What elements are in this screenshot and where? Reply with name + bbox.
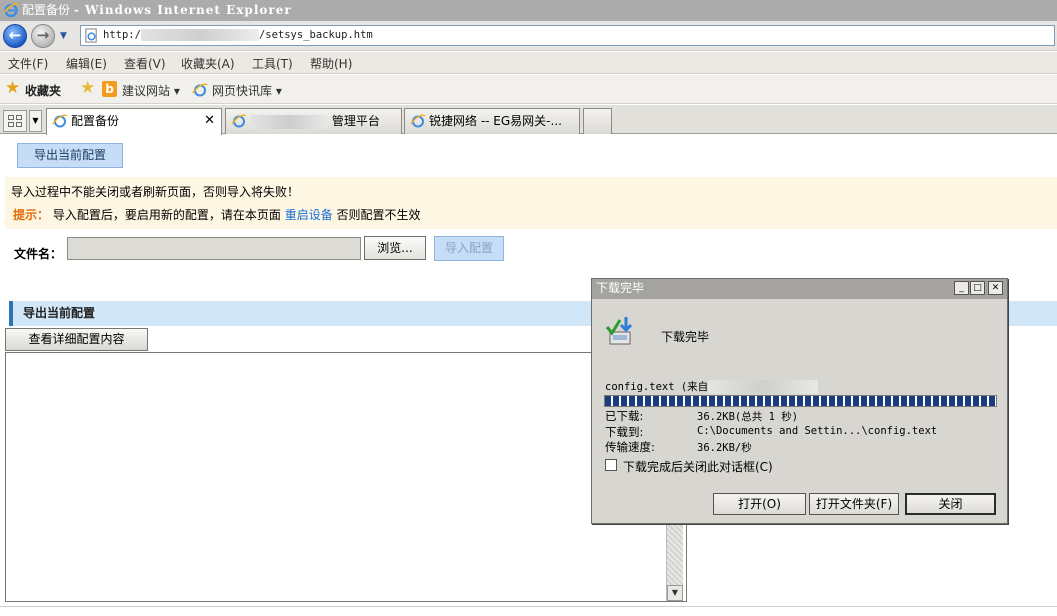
menu-view[interactable]: 查看(V) [124, 55, 166, 72]
tab-config-backup[interactable]: 配置备份 ✕ [46, 108, 222, 135]
back-arrow-icon: ← [8, 26, 22, 44]
menu-bar: 文件(F) 编辑(E) 查看(V) 收藏夹(A) 工具(T) 帮助(H) [0, 52, 1057, 74]
restart-device-link[interactable]: 重启设备 [285, 208, 333, 222]
ie-tab-icon [231, 114, 247, 128]
quick-tabs-button[interactable] [3, 110, 27, 132]
export-config-button[interactable]: 导出当前配置 [17, 143, 123, 168]
file-path-input[interactable] [67, 237, 361, 260]
address-row: ← → ▼ http:/ /setsys_backup.htm [0, 21, 1057, 51]
back-button[interactable]: ← [3, 24, 27, 48]
menu-favorites[interactable]: 收藏夹(A) [181, 55, 235, 72]
address-bar[interactable]: http:/ /setsys_backup.htm [80, 25, 1055, 46]
address-url-suffix: /setsys_backup.htm [258, 29, 373, 41]
close-dialog-button[interactable]: 关闭 [905, 493, 996, 515]
download-file-name: config.text (来自 [605, 381, 709, 393]
redacted-source-block [708, 380, 819, 394]
transfer-rate-label: 传输速度: [605, 440, 655, 454]
close-on-complete-checkbox[interactable] [605, 459, 617, 471]
redacted-tab-text [250, 114, 328, 129]
forward-button[interactable]: → [31, 24, 55, 48]
close-on-complete-label[interactable]: 下载完成后关闭此对话框(C) [623, 458, 773, 475]
maximize-button[interactable]: □ [970, 281, 985, 295]
transfer-rate-row: 传输速度: 36.2KB/秒 [605, 439, 752, 455]
notice-tip-label: 提示： [13, 208, 50, 222]
web-slice-icon [192, 83, 208, 97]
window-title: 配置备份 [22, 3, 71, 17]
menu-tools[interactable]: 工具(T) [252, 55, 293, 72]
address-url: http:/ /setsys_backup.htm [103, 29, 373, 41]
transfer-rate-value: 36.2KB/秒 [697, 442, 752, 454]
close-window-button[interactable]: ✕ [988, 281, 1003, 295]
maximize-icon: □ [973, 283, 982, 293]
page-divider [0, 606, 1057, 607]
address-url-prefix: http:/ [103, 29, 141, 41]
tab-bar: ▼ 配置备份 ✕ 管理平台 锐捷网络 -- EG易网关-... [0, 105, 1057, 135]
notice-warning-text: 导入过程中不能关闭或者刷新页面，否则导入将失败！ [11, 185, 300, 199]
tab-management-platform[interactable]: 管理平台 [225, 108, 402, 134]
minimize-icon: _ [959, 283, 964, 293]
page-icon [85, 28, 97, 43]
menu-edit[interactable]: 编辑(E) [66, 55, 107, 72]
ie-tab-icon [410, 114, 426, 128]
downloaded-value: 36.2KB(总共 1 秒) [697, 411, 799, 423]
download-to-label: 下载到: [605, 425, 644, 439]
tab-label: 配置备份 [71, 114, 120, 128]
add-favorite-icon[interactable]: ★ [80, 80, 96, 97]
ie-logo-icon [3, 3, 19, 18]
forward-arrow-icon: → [36, 26, 50, 44]
window-app-name: - Windows Internet Explorer [73, 3, 292, 17]
notice-tip-tail: 否则配置不生效 [336, 208, 421, 222]
history-dropdown-icon[interactable]: ▼ [60, 31, 67, 41]
notice-tip-text: 导入配置后，要启用新的配置，请在本页面 [52, 208, 281, 222]
import-notice: 导入过程中不能关闭或者刷新页面，否则导入将失败！ 提示： 导入配置后，要启用新的… [5, 177, 1057, 229]
downloaded-label: 已下载: [605, 409, 644, 423]
new-tab-button[interactable] [583, 108, 612, 134]
ie-tab-icon [52, 114, 68, 128]
download-complete-icon [605, 317, 633, 345]
dialog-heading: 下载完毕 [661, 330, 710, 344]
open-file-button[interactable]: 打开(O) [713, 493, 806, 515]
tab-label: 锐捷网络 -- EG易网关-... [429, 114, 562, 128]
tab-label: 管理平台 [331, 114, 380, 128]
suggested-sites-link[interactable]: 建议网站 ▾ [122, 82, 180, 99]
scroll-down-icon[interactable]: ▼ [667, 585, 683, 601]
menu-file[interactable]: 文件(F) [8, 55, 48, 72]
bing-icon: b [102, 81, 117, 97]
menu-help[interactable]: 帮助(H) [310, 55, 352, 72]
tab-list-dropdown-icon[interactable]: ▼ [29, 110, 42, 132]
dialog-title-bar: 下载完毕 [592, 279, 1007, 299]
download-to-row: 下载到: C:\Documents and Settin...\config.t… [605, 424, 937, 440]
open-folder-button[interactable]: 打开文件夹(F) [809, 493, 899, 515]
minimize-button[interactable]: _ [954, 281, 969, 295]
download-complete-dialog: 下载完毕 _ □ ✕ 下载完毕 config.text (来自 已下载: 36.… [591, 278, 1008, 524]
tab-ruijie-network[interactable]: 锐捷网络 -- EG易网关-... [404, 108, 580, 134]
favorites-button[interactable]: 收藏夹 [25, 82, 61, 99]
download-to-value: C:\Documents and Settin...\config.text [697, 425, 938, 437]
notice-tip-line: 提示： 导入配置后，要启用新的配置，请在本页面 重启设备 否则配置不生效 [13, 206, 421, 223]
favorites-star-icon: ★ [5, 78, 21, 98]
browse-button[interactable]: 浏览... [364, 236, 426, 260]
import-config-button[interactable]: 导入配置 [434, 236, 504, 261]
download-progress-bar [604, 395, 997, 407]
progress-fill [605, 396, 996, 406]
close-icon: ✕ [991, 283, 1000, 293]
file-name-label: 文件名： [14, 247, 63, 261]
close-tab-icon[interactable]: ✕ [204, 109, 215, 133]
downloaded-row: 已下载: 36.2KB(总共 1 秒) [605, 408, 798, 424]
favorites-bar: ★ 收藏夹 ★ b 建议网站 ▾ 网页快讯库 ▾ [0, 75, 1057, 104]
config-content-textarea[interactable] [5, 352, 687, 602]
window-title-bar: 配置备份 - Windows Internet Explorer [0, 0, 1057, 21]
view-config-details-button[interactable]: 查看详细配置内容 [5, 328, 148, 351]
dialog-title: 下载完毕 [596, 281, 645, 295]
web-slice-gallery-link[interactable]: 网页快讯库 ▾ [212, 82, 282, 99]
redacted-url-block [140, 29, 259, 41]
download-file-line: config.text (来自 [605, 379, 819, 394]
